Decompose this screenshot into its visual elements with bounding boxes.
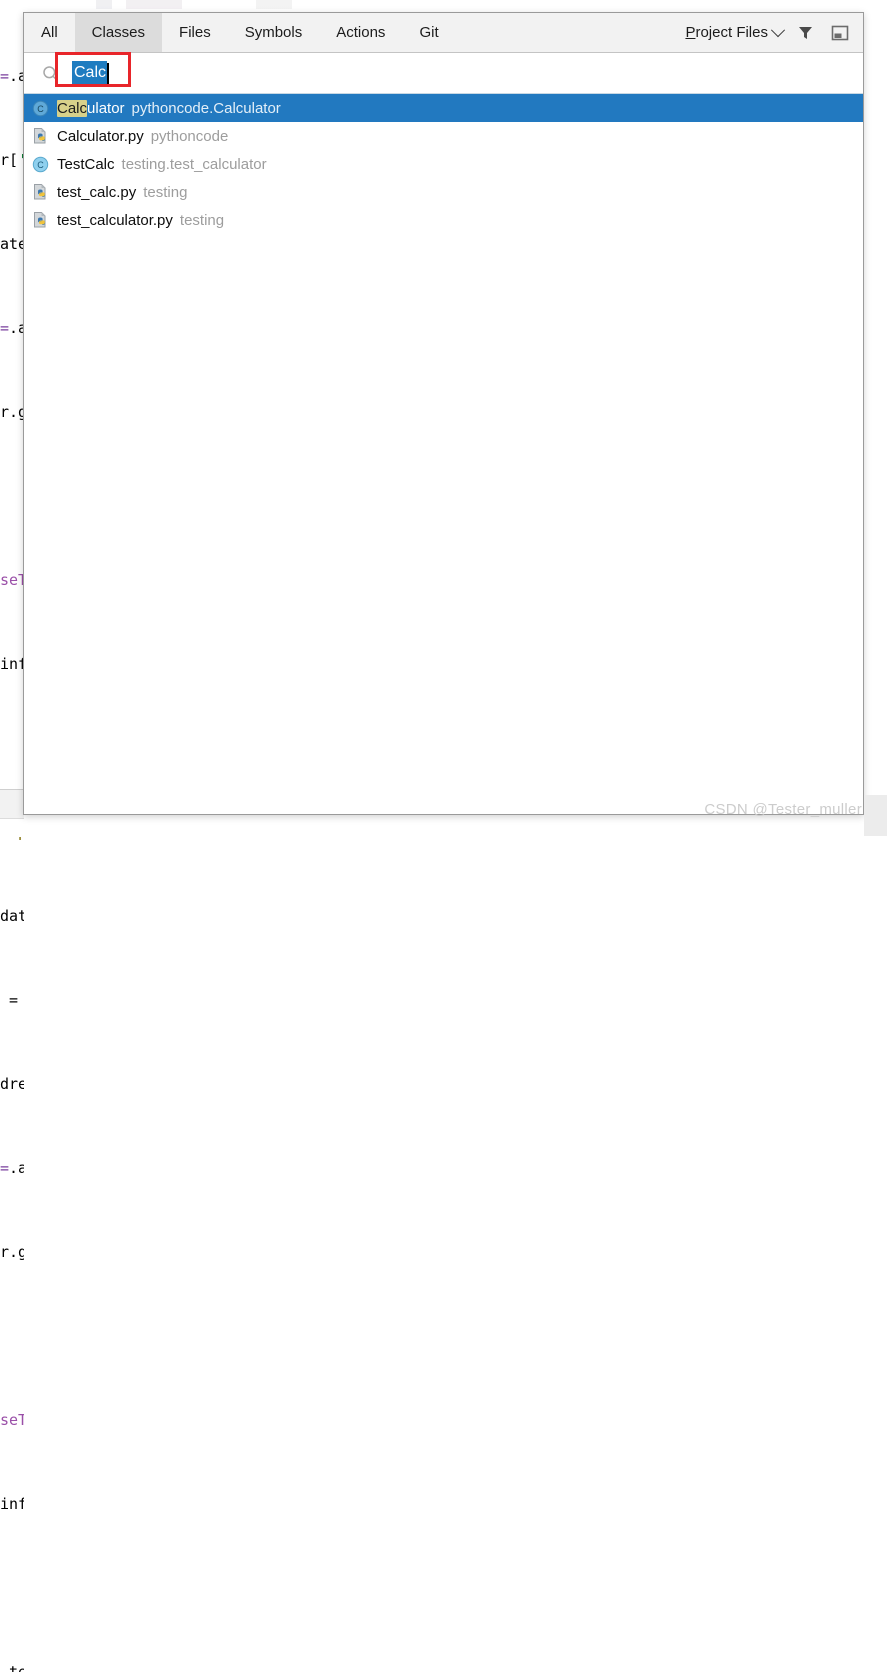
search-input[interactable]: Calc	[72, 61, 110, 85]
tab-all[interactable]: All	[24, 13, 75, 52]
tab-classes[interactable]: Classes	[74, 13, 163, 52]
code-line: inf	[0, 1495, 24, 1513]
code-line: r.g	[0, 403, 24, 421]
text-caret	[107, 62, 110, 84]
chevron-down-icon	[770, 22, 786, 37]
header-right-controls: Project Files	[685, 13, 863, 52]
result-location: testing	[179, 211, 225, 229]
result-name: test_calc.py	[57, 184, 136, 201]
python-file-icon	[30, 126, 50, 146]
result-name: TestCalc	[57, 156, 115, 173]
result-name: test_calculator.py	[57, 212, 173, 229]
class-icon: C	[30, 154, 50, 174]
watermark-text: CSDN @Tester_muller	[704, 801, 862, 818]
editor-status-bar-lower	[0, 818, 24, 837]
python-file-icon	[30, 182, 50, 202]
class-icon: C	[30, 98, 50, 118]
search-input-value: Calc	[72, 61, 108, 85]
result-row-calculator-class[interactable]: C Calculator pythoncode.Calculator	[24, 94, 863, 122]
editor-top-partial-row	[96, 0, 326, 9]
result-name-rest: test_calc.py	[57, 183, 137, 201]
code-line: =	[0, 991, 19, 1009]
tab-label: Git	[419, 24, 439, 41]
svg-text:C: C	[37, 104, 44, 114]
tab-git[interactable]: Git	[402, 13, 455, 52]
tab-actions[interactable]: Actions	[319, 13, 402, 52]
tab-label: Symbols	[244, 24, 303, 41]
watermark-background-strip	[864, 795, 887, 836]
tab-label: Actions	[336, 24, 386, 41]
code-line: r.g	[0, 1243, 24, 1261]
preview-panel-icon[interactable]	[827, 20, 853, 46]
tab-label: All	[41, 24, 58, 41]
search-everywhere-popup: All Classes Files Symbols Actions Git Pr…	[23, 12, 864, 815]
tab-label: Classes	[91, 24, 146, 41]
python-file-icon	[30, 210, 50, 230]
result-name-rest: test_calculator.py	[57, 211, 173, 229]
popup-header-tabbar: All Classes Files Symbols Actions Git Pr…	[24, 13, 863, 53]
code-line: =.a	[0, 319, 24, 337]
tab-symbols[interactable]: Symbols	[228, 13, 320, 52]
code-line: =.a	[0, 67, 24, 85]
result-name: Calculator	[57, 99, 125, 117]
code-line: =.a	[0, 1159, 24, 1177]
result-row-testcalc-class[interactable]: C TestCalc testing.test_calculator	[24, 150, 863, 178]
tab-files[interactable]: Files	[162, 13, 228, 52]
search-magnifier-icon	[40, 63, 60, 83]
result-location: testing	[143, 183, 188, 201]
result-row-test-calc-py[interactable]: test_calc.py testing	[24, 178, 863, 206]
result-location: testing.test_calculator	[121, 155, 267, 173]
result-name-rest: ulator	[87, 99, 125, 117]
search-results-list: C Calculator pythoncode.Calculator Calcu…	[24, 94, 863, 234]
scope-selector-project-files[interactable]: Project Files	[685, 22, 786, 41]
result-row-calculator-py[interactable]: Calculator.py pythoncode	[24, 122, 863, 150]
search-bar[interactable]: Calc	[24, 53, 863, 94]
code-line: r['	[0, 151, 24, 169]
code-line: seT	[0, 571, 24, 589]
code-line: dat	[0, 907, 24, 925]
result-name-rest: Calculator.py	[57, 127, 144, 145]
editor-code-gutter-text: =.a r[' ate =.a r.g seT inf x.p dat = dr…	[0, 6, 24, 1672]
code-line: inf	[0, 655, 24, 673]
result-location: pythoncode	[150, 127, 229, 145]
svg-text:C: C	[37, 160, 44, 170]
code-line: seT	[0, 1411, 24, 1429]
code-line: dre	[0, 1075, 24, 1093]
result-name-match: Calc	[57, 99, 88, 117]
result-name-rest: TestCalc	[57, 155, 115, 173]
code-line: ate	[0, 235, 24, 253]
scope-selector-label: Project Files	[685, 24, 768, 41]
result-row-test-calculator-py[interactable]: test_calculator.py testing	[24, 206, 863, 234]
result-name: Calculator.py	[57, 128, 144, 145]
result-location: pythoncode.Calculator	[131, 99, 281, 117]
tab-label: Files	[179, 24, 211, 41]
code-line: _te	[0, 1663, 24, 1672]
filter-funnel-icon[interactable]	[792, 20, 818, 46]
